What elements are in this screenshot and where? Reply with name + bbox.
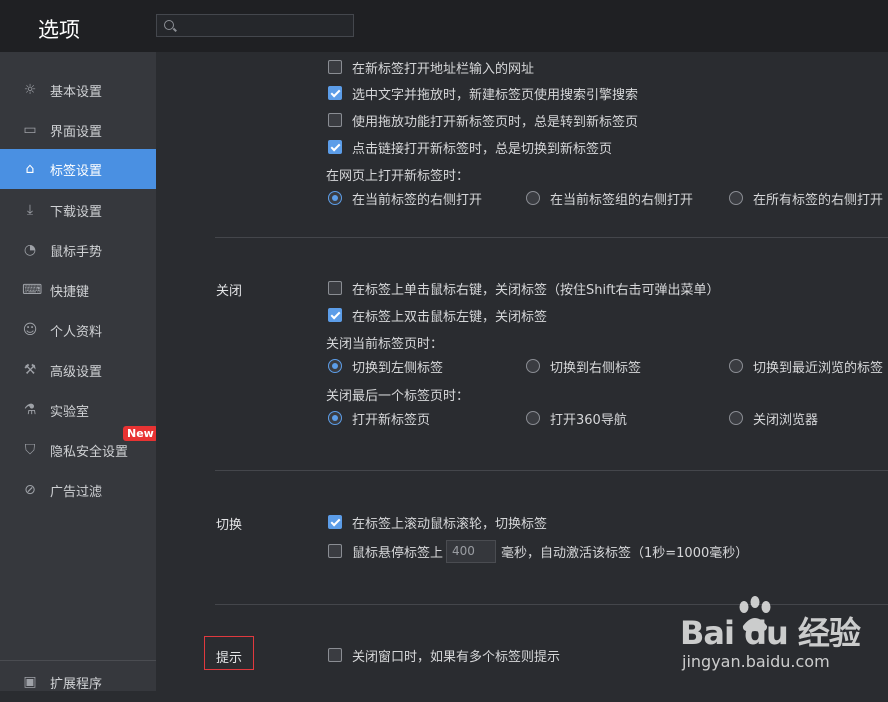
- radio-label: 在所有标签的右侧打开: [753, 193, 884, 208]
- radio-label: 关闭浏览器: [753, 413, 819, 428]
- close-last-label: 关闭最后一个标签页时：: [326, 389, 470, 404]
- sidebar-item-tabs[interactable]: ⌂ 标签设置: [0, 149, 156, 189]
- open-position-label: 在网页上打开新标签时：: [326, 169, 470, 184]
- sidebar-item-label: 鼠标手势: [50, 245, 103, 260]
- radio-label: 打开360导航: [550, 413, 627, 428]
- keyboard-icon: ⌨: [22, 282, 43, 298]
- radio[interactable]: [526, 191, 540, 205]
- sidebar-item-label: 广告过滤: [50, 485, 103, 500]
- option-label: 在标签上滚动鼠标滚轮，切换标签: [352, 517, 548, 532]
- option-label: 关闭窗口时，如果有多个标签则提示: [352, 650, 561, 665]
- shield-icon: ⛉: [24, 442, 36, 458]
- option-label: 在新标签打开地址栏输入的网址: [352, 62, 535, 77]
- radio-label: 打开新标签页: [352, 413, 431, 428]
- radio[interactable]: [328, 191, 342, 205]
- page-title: 选项: [38, 18, 80, 42]
- sidebar-item-label: 基本设置: [50, 85, 103, 100]
- wrench-icon: ⚒: [23, 362, 37, 378]
- sidebar-item-label: 高级设置: [50, 365, 103, 380]
- watermark-logo: Bai du 经验: [680, 614, 861, 652]
- radio[interactable]: [729, 411, 743, 425]
- sidebar-item-label: 实验室: [50, 405, 90, 420]
- checkbox[interactable]: [328, 515, 342, 529]
- download-icon: ⤓: [26, 202, 34, 218]
- window-icon: ▭: [23, 122, 37, 138]
- user-icon: ☺: [22, 322, 38, 338]
- close-current-label: 关闭当前标签页时：: [326, 337, 444, 352]
- checkbox[interactable]: [328, 648, 342, 662]
- new-badge: New: [123, 426, 158, 441]
- checkbox[interactable]: [328, 60, 342, 74]
- sidebar-item-interface[interactable]: ▭ 界面设置: [0, 110, 156, 150]
- checkbox[interactable]: [328, 86, 342, 100]
- radio-label: 切换到最近浏览的标签: [753, 361, 884, 376]
- option-label: 点击链接打开新标签时，总是切换到新标签页: [352, 142, 613, 157]
- mouse-icon: ◔: [23, 242, 37, 258]
- sidebar: ☼ 基本设置 ▭ 界面设置 ⌂ 标签设置 ⤓ 下载设置 ◔ 鼠标手势 ⌨ 快捷键…: [0, 52, 158, 692]
- option-label: 选中文字并拖放时，新建标签页使用搜索引擎搜索: [352, 88, 639, 103]
- sidebar-item-label: 下载设置: [50, 205, 103, 220]
- sidebar-item-label: 快捷键: [50, 285, 90, 300]
- section-title-hint: 提示: [216, 651, 243, 666]
- option-label: 鼠标悬停标签上: [352, 546, 444, 561]
- radio[interactable]: [328, 359, 342, 373]
- search-icon: [164, 20, 174, 30]
- radio[interactable]: [729, 191, 743, 205]
- section-title-switch: 切换: [216, 518, 243, 533]
- tab-icon: ⌂: [25, 161, 35, 177]
- sidebar-item-download[interactable]: ⤓ 下载设置: [0, 190, 156, 230]
- sidebar-item-label: 扩展程序: [50, 677, 103, 692]
- sidebar-item-extensions[interactable]: ▣ 扩展程序: [0, 662, 156, 702]
- sidebar-item-mouse-gesture[interactable]: ◔ 鼠标手势: [0, 230, 156, 270]
- sidebar-divider: [0, 660, 156, 661]
- radio-label: 切换到左侧标签: [352, 361, 444, 376]
- sidebar-item-basic[interactable]: ☼ 基本设置: [0, 70, 156, 110]
- baidu-jingyan-watermark: Bai du 经验 jingyan.baidu.com: [680, 596, 880, 686]
- section-title-close: 关闭: [216, 284, 243, 299]
- hover-delay-input[interactable]: 400: [446, 540, 496, 563]
- sidebar-item-shortcuts[interactable]: ⌨ 快捷键: [0, 270, 156, 310]
- gear-icon: ☼: [23, 82, 37, 98]
- search-box[interactable]: [156, 14, 354, 38]
- flask-icon: ⚗: [23, 402, 37, 418]
- radio[interactable]: [328, 411, 342, 425]
- checkbox[interactable]: [328, 113, 342, 127]
- sidebar-item-profile[interactable]: ☺ 个人资料: [0, 310, 156, 350]
- option-label: 在标签上单击鼠标右键，关闭标签（按住Shift右击可弹出菜单）: [352, 283, 720, 298]
- checkbox[interactable]: [328, 308, 342, 322]
- extension-icon: ▣: [23, 674, 37, 690]
- sidebar-item-privacy[interactable]: ⛉ 隐私安全设置 New: [0, 426, 158, 470]
- section-divider: [215, 237, 888, 238]
- checkbox[interactable]: [328, 544, 342, 558]
- checkbox[interactable]: [328, 140, 342, 154]
- option-label: 使用拖放功能打开新标签页时，总是转到新标签页: [352, 115, 639, 130]
- search-input[interactable]: [177, 15, 351, 38]
- option-label: 在标签上双击鼠标左键，关闭标签: [352, 310, 548, 325]
- radio[interactable]: [729, 359, 743, 373]
- radio-label: 切换到右侧标签: [550, 361, 642, 376]
- sidebar-item-label: 标签设置: [50, 164, 103, 179]
- sidebar-item-label: 个人资料: [50, 325, 103, 340]
- checkbox[interactable]: [328, 281, 342, 295]
- radio[interactable]: [526, 359, 540, 373]
- radio[interactable]: [526, 411, 540, 425]
- sidebar-item-adblock[interactable]: ⊘ 广告过滤: [0, 470, 156, 510]
- watermark-url: jingyan.baidu.com: [682, 652, 830, 671]
- radio-label: 在当前标签的右侧打开: [352, 193, 483, 208]
- title-bar: 选项: [0, 0, 888, 52]
- sidebar-item-advanced[interactable]: ⚒ 高级设置: [0, 350, 156, 390]
- section-divider: [215, 470, 888, 471]
- hover-delay-suffix: 毫秒，自动激活该标签（1秒=1000毫秒）: [501, 546, 749, 561]
- sidebar-item-label: 隐私安全设置: [50, 445, 129, 460]
- sidebar-item-label: 界面设置: [50, 125, 103, 140]
- block-icon: ⊘: [24, 482, 36, 498]
- sidebar-item-lab[interactable]: ⚗ 实验室: [0, 390, 156, 430]
- radio-label: 在当前标签组的右侧打开: [550, 193, 694, 208]
